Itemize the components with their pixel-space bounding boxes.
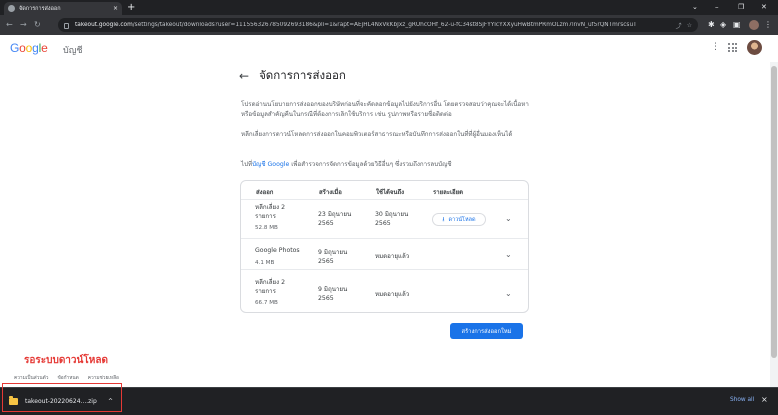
close-download-shelf-icon[interactable]: ×: [761, 395, 768, 404]
help-link[interactable]: ความช่วยเหลือ: [88, 374, 119, 382]
page-title: จัดการการส่งออก: [259, 68, 346, 82]
url-text[interactable]: takeout.google.com/settings/takeout/down…: [75, 22, 671, 28]
apps-grid-icon[interactable]: [728, 43, 737, 52]
page-header: ← จัดการการส่งออก: [239, 67, 346, 85]
warning-paragraph: หลีกเลี่ยงการดาวน์โหลดการส่งออกในคอมพิวเ…: [241, 131, 513, 138]
show-all-downloads-link[interactable]: Show all: [730, 397, 754, 403]
window-close-button[interactable]: ✕: [761, 2, 767, 12]
forward-icon[interactable]: →: [20, 19, 27, 31]
row3-until: หมดอายุแล้ว: [375, 291, 410, 298]
browser-toolbar: ← → ↻ takeout.google.com/settings/takeou…: [0, 15, 778, 35]
row1-until: 30 มิถุนายน 2565: [375, 211, 409, 227]
tab-title: จัดการการส่งออก: [19, 5, 61, 12]
row2-expand-chevron-down-icon[interactable]: ⌄: [505, 250, 512, 259]
back-arrow-icon[interactable]: ←: [239, 69, 249, 83]
row1-expand-chevron-down-icon[interactable]: ⌄: [505, 214, 512, 223]
row3-size: 66.7 MB: [255, 300, 278, 306]
row3-created: 9 มิถุนายน 2565: [318, 286, 348, 302]
browser-tab[interactable]: จัดการการส่งออก ×: [4, 2, 122, 15]
row1-name: หลีกเลี่ยง 2 รายการ: [255, 204, 286, 220]
privacy-link[interactable]: ความเป็นส่วนตัว: [14, 374, 48, 382]
google-logo[interactable]: Google: [10, 41, 48, 55]
download-button[interactable]: ⭳ ดาวน์โหลด: [432, 213, 486, 226]
logo-letter: G: [10, 41, 20, 55]
download-icon: ⭳: [442, 215, 445, 223]
row-divider: [241, 269, 528, 270]
google-app-bar: Google บัญชี ⋮: [0, 35, 778, 62]
tab-search-icon[interactable]: ⌄: [692, 2, 698, 12]
row2-created: 9 มิถุนายน 2565: [318, 249, 348, 265]
row2-size: 4.1 MB: [255, 260, 275, 266]
tab-close-icon[interactable]: ×: [113, 5, 118, 12]
reload-icon[interactable]: ↻: [34, 19, 41, 31]
new-tab-button[interactable]: +: [127, 2, 135, 13]
intro-paragraph: โปรดอ่านนโยบายการส่งออกของบริษัทก่อนที่จ…: [241, 101, 529, 118]
scrollbar-thumb[interactable]: [771, 66, 777, 358]
annotation-label: รอระบบดาวน์โหลด: [24, 355, 108, 366]
back-icon[interactable]: ←: [6, 19, 13, 31]
row2-until: หมดอายุแล้ว: [375, 253, 410, 260]
logo-letter: e: [41, 41, 48, 55]
header-created: สร้างเมื่อ: [319, 189, 342, 196]
header-export: ส่งออก: [256, 189, 274, 196]
share-icon[interactable]: ⤴: [676, 21, 682, 30]
minimize-button[interactable]: –: [715, 2, 719, 12]
address-bar[interactable]: takeout.google.com/settings/takeout/down…: [58, 18, 698, 32]
account-avatar[interactable]: [747, 40, 762, 55]
row2-name: Google Photos: [255, 247, 300, 254]
terms-link[interactable]: ข้อกำหนด: [57, 374, 78, 382]
lock-icon: [64, 23, 69, 29]
row1-created: 23 มิถุนายน 2565: [318, 211, 352, 227]
row3-expand-chevron-down-icon[interactable]: ⌄: [505, 289, 512, 298]
google-account-link[interactable]: บัญชี Google: [252, 161, 289, 168]
row3-name: หลีกเลี่ยง 2 รายการ: [255, 279, 286, 295]
header-until: ใช้ได้จนถึง: [376, 189, 405, 196]
browser-menu-icon[interactable]: ⋮: [764, 20, 772, 30]
more-vert-icon[interactable]: ⋮: [711, 42, 720, 52]
google-favicon-icon: [8, 5, 15, 12]
create-new-export-button[interactable]: สร้างการส่งออกใหม่: [450, 323, 523, 339]
footer-links: ความเป็นส่วนตัว ข้อกำหนด ความช่วยเหลือ: [14, 374, 119, 382]
bookmark-star-icon[interactable]: ☆: [687, 22, 692, 29]
row1-size: 52.8 MB: [255, 225, 278, 231]
extensions-icon[interactable]: ✱: [708, 20, 715, 30]
annotation-highlight-box: [2, 383, 122, 412]
header-details: รายละเอียด: [433, 189, 464, 196]
product-name: บัญชี: [63, 46, 83, 56]
side-panel-icon[interactable]: ▣: [733, 20, 741, 30]
browser-tab-strip: จัดการการส่งออก × + ⌄ – ❐ ✕: [0, 0, 778, 15]
maximize-button[interactable]: ❐: [738, 2, 744, 12]
row-divider: [241, 199, 528, 200]
row-divider: [241, 238, 528, 239]
account-paragraph: ไปที่บัญชี Google เพื่อสำรวจการจัดการข้อ…: [241, 161, 452, 168]
extension-puzzle-icon[interactable]: ◈: [720, 20, 726, 30]
browser-profile-avatar[interactable]: [749, 20, 759, 30]
